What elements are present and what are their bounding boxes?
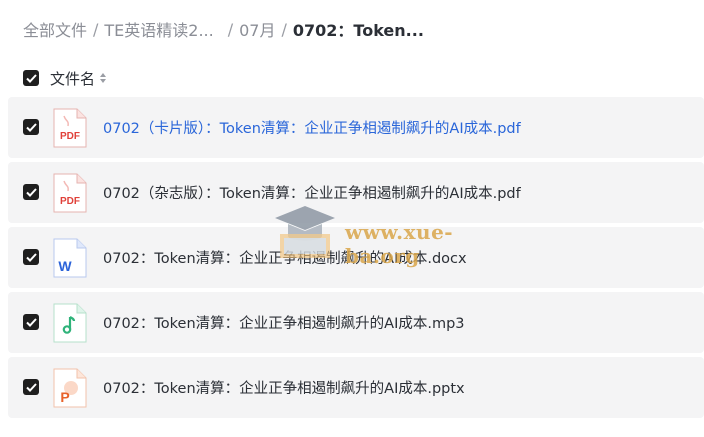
powerpoint-icon: P <box>53 368 87 408</box>
row-checkbox[interactable] <box>23 249 39 265</box>
file-list-header: 文件名 <box>23 68 107 89</box>
list-item[interactable]: PDF 0702（杂志版）：Token清算：企业正争相遏制飙升的AI成本.pdf <box>8 162 704 223</box>
sort-icon[interactable] <box>100 73 107 83</box>
row-checkbox[interactable] <box>23 119 39 135</box>
breadcrumb: 全部文件 / TE英语精读2... / 07月 / 0702：Token... <box>23 17 424 41</box>
svg-text:PDF: PDF <box>60 196 80 207</box>
audio-icon <box>53 303 87 343</box>
list-item[interactable]: W 0702：Token清算：企业正争相遏制飙升的AI成本.docx <box>8 227 704 288</box>
list-item[interactable]: P 0702：Token清算：企业正争相遏制飙升的AI成本.pptx <box>8 357 704 418</box>
file-name[interactable]: 0702：Token清算：企业正争相遏制飙升的AI成本.docx <box>103 247 467 268</box>
breadcrumb-separator: / <box>93 19 99 39</box>
row-checkbox[interactable] <box>23 184 39 200</box>
svg-text:W: W <box>58 258 72 274</box>
breadcrumb-item-te-course[interactable]: TE英语精读2... <box>104 17 213 41</box>
word-icon: W <box>53 238 87 278</box>
breadcrumb-separator: / <box>227 19 234 39</box>
pdf-icon: PDF <box>53 108 87 148</box>
list-item[interactable]: 0702：Token清算：企业正争相遏制飙升的AI成本.mp3 <box>8 292 704 353</box>
breadcrumb-item-all-files[interactable]: 全部文件 <box>23 17 87 41</box>
file-name[interactable]: 0702（杂志版）：Token清算：企业正争相遏制飙升的AI成本.pdf <box>103 182 521 203</box>
breadcrumb-separator: / <box>281 19 287 39</box>
row-checkbox[interactable] <box>23 314 39 330</box>
list-item[interactable]: PDF 0702（卡片版）：Token清算：企业正争相遏制飙升的AI成本.pdf <box>8 97 704 158</box>
breadcrumb-current: 0702：Token... <box>292 21 424 40</box>
file-list: PDF 0702（卡片版）：Token清算：企业正争相遏制飙升的AI成本.pdf… <box>8 97 704 422</box>
file-name[interactable]: 0702：Token清算：企业正争相遏制飙升的AI成本.pptx <box>103 377 465 398</box>
breadcrumb-item-july[interactable]: 07月 <box>239 17 275 41</box>
select-all-checkbox[interactable] <box>23 70 39 86</box>
file-name[interactable]: 0702：Token清算：企业正争相遏制飙升的AI成本.mp3 <box>103 312 465 333</box>
svg-text:PDF: PDF <box>60 131 80 142</box>
column-header-filename[interactable]: 文件名 <box>50 68 95 89</box>
row-checkbox[interactable] <box>23 379 39 395</box>
svg-text:P: P <box>60 389 69 405</box>
pdf-icon: PDF <box>53 173 87 213</box>
file-name[interactable]: 0702（卡片版）：Token清算：企业正争相遏制飙升的AI成本.pdf <box>103 117 521 138</box>
